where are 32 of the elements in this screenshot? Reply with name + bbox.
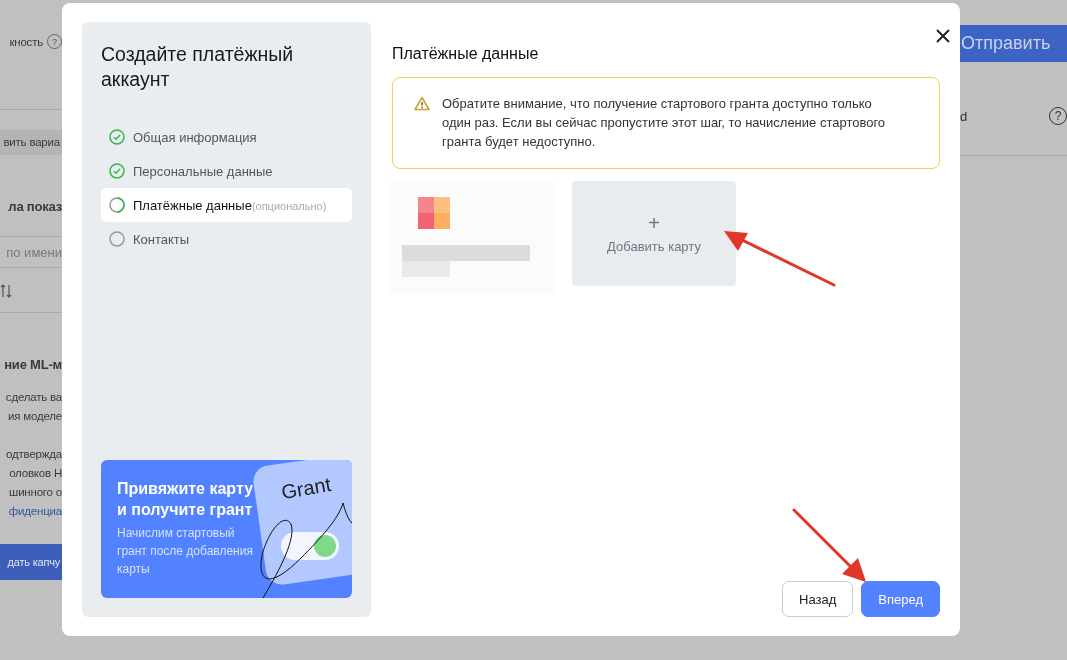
captcha-button[interactable]: дать капчу xyxy=(0,544,62,580)
paragraph-line: сделать ва xyxy=(5,390,62,405)
privacy-link[interactable]: фиденциа xyxy=(8,505,62,517)
field-label: кность xyxy=(9,35,43,48)
progress-circle-icon xyxy=(109,197,125,213)
paragraph-line: оловков Н xyxy=(9,466,62,481)
section-title: Платёжные данные xyxy=(392,45,540,63)
step-item[interactable]: Платёжные данные(опционально) xyxy=(101,188,352,222)
paragraph-line: одтвержда xyxy=(6,447,62,462)
close-icon[interactable] xyxy=(934,27,952,45)
step-item[interactable]: Персональные данные xyxy=(101,154,352,188)
step-item[interactable]: Контакты xyxy=(101,222,352,256)
promo-text: Начислим стартовый грант после добавления карты xyxy=(117,525,254,578)
search-field[interactable]: по имени xyxy=(0,236,62,268)
step-item[interactable]: Общая информация xyxy=(101,120,352,154)
field-label: d xyxy=(960,108,968,124)
warning-text: Обратите внимание, что получение стартового гранта доступно только один раз. Если вы сейчас пропустите этот шаг, то начисление стартового гранта будет недоступно. xyxy=(442,95,887,151)
circle-icon xyxy=(109,231,125,247)
section-heading: ние ML-м xyxy=(4,357,62,372)
section-heading: ла показ xyxy=(8,199,62,214)
dialog-title: Создайте платёжный аккаунт xyxy=(101,42,295,92)
next-button[interactable]: Вперед xyxy=(861,581,940,617)
sort-icon[interactable] xyxy=(0,284,12,298)
paragraph-line: ия моделе xyxy=(8,409,62,424)
paragraph-line: шинного о xyxy=(9,485,62,500)
back-button[interactable]: Назад xyxy=(782,581,854,617)
check-circle-icon xyxy=(109,129,125,145)
send-button[interactable]: Отправить xyxy=(960,25,1067,62)
check-circle-icon xyxy=(109,163,125,179)
variant-button[interactable]: вить вариа xyxy=(0,130,62,155)
add-card-button[interactable]: + Добавить карту xyxy=(572,181,736,286)
warning-icon xyxy=(414,96,430,111)
